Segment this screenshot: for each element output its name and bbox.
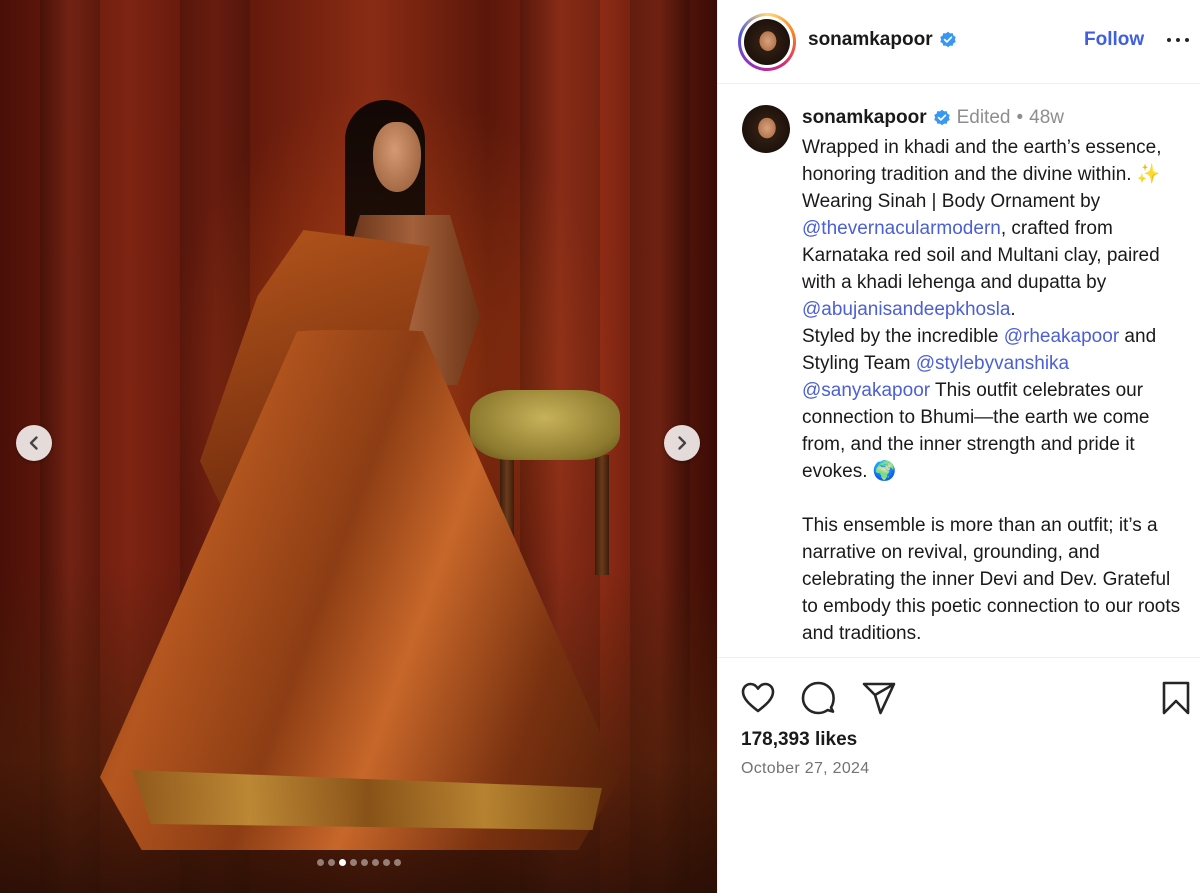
verified-badge-icon	[939, 31, 956, 48]
model-face	[373, 122, 421, 192]
carousel-dot	[338, 859, 346, 866]
carousel-dot	[360, 859, 368, 866]
caption-line: Wrapped in khadi and the earth’s essence…	[802, 137, 1162, 185]
caption-paragraph: This ensemble is more than an outfit; it…	[802, 515, 1181, 644]
caption-paragraph: Wearing Sinah | Body Ornament by @thever…	[802, 191, 1160, 320]
mention-link[interactable]: @stylebyvanshika	[916, 353, 1069, 374]
meta-separator: •	[1016, 107, 1024, 128]
post-actions: 178,393 likes October 27, 2024	[718, 657, 1200, 893]
likes-count[interactable]: 178,393 likes	[741, 729, 857, 751]
carousel-next-button[interactable]	[664, 425, 700, 461]
comment-icon[interactable]	[798, 678, 838, 718]
carousel-prev-button[interactable]	[16, 425, 52, 461]
chevron-left-icon	[29, 436, 38, 450]
caption-username[interactable]: sonamkapoor	[802, 107, 927, 129]
carousel-indicator	[0, 859, 717, 866]
stool-seat	[470, 390, 620, 460]
bookmark-icon[interactable]	[1156, 678, 1196, 718]
mention-link[interactable]: @thevernacularmodern	[802, 218, 1001, 239]
caption-paragraph: Styled by the incredible @rheakapoor and…	[802, 326, 1157, 482]
carousel-dot	[393, 859, 401, 866]
chevron-right-icon	[678, 436, 687, 450]
stool-leg	[595, 455, 609, 575]
edited-label: Edited	[956, 107, 1011, 128]
post-media[interactable]	[0, 0, 717, 893]
carousel-dot	[371, 859, 379, 866]
mention-link[interactable]: @abujanisandeepkhosla	[802, 299, 1010, 320]
carousel-dot	[327, 859, 335, 866]
post-side-panel: sonamkapoor Follow sonamkapoor Edited • …	[717, 0, 1200, 893]
caption-scroll-area[interactable]: sonamkapoor Edited • 48w Wrapped in khad…	[718, 85, 1200, 657]
carousel-dot	[382, 859, 390, 866]
mention-link[interactable]: @rheakapoor	[1004, 326, 1119, 347]
post-header: sonamkapoor Follow	[718, 0, 1200, 84]
heart-icon[interactable]	[738, 678, 778, 718]
carousel-dot	[316, 859, 324, 866]
story-ring[interactable]	[738, 13, 796, 71]
carousel-dot	[349, 859, 357, 866]
verified-badge-icon	[933, 109, 950, 126]
mention-link[interactable]: @sanyakapoor	[802, 380, 930, 401]
post-date[interactable]: October 27, 2024	[741, 760, 869, 778]
share-icon[interactable]	[859, 678, 899, 718]
more-options-icon[interactable]	[1164, 28, 1192, 52]
avatar[interactable]	[742, 105, 790, 153]
post-age[interactable]: 48w	[1029, 107, 1064, 129]
caption-text: Wrapped in khadi and the earth’s essence…	[802, 134, 1187, 647]
avatar[interactable]	[744, 19, 790, 65]
header-username[interactable]: sonamkapoor	[808, 29, 933, 51]
follow-button[interactable]: Follow	[1084, 29, 1144, 51]
